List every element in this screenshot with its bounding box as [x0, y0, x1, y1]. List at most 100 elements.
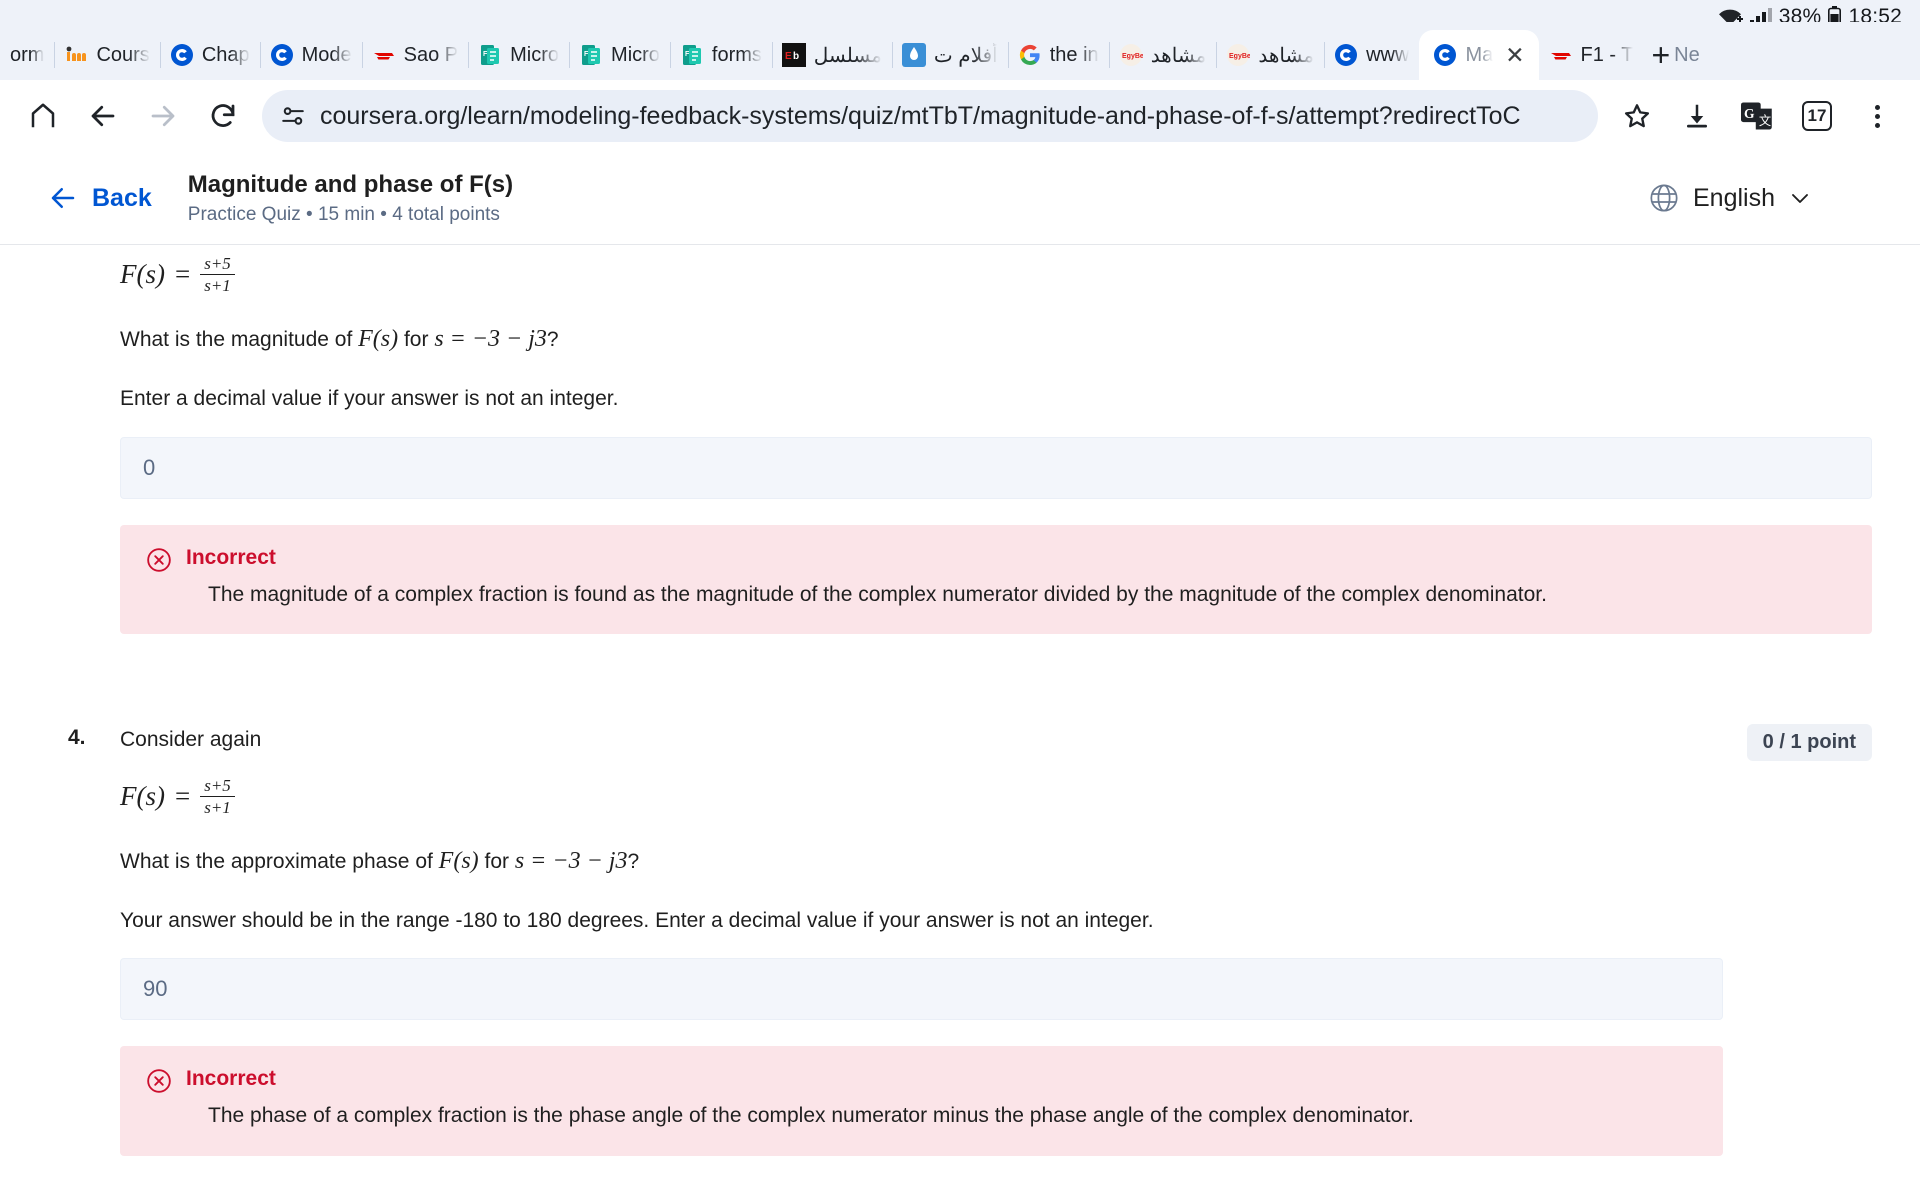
browser-tab[interactable]: F forms — [669, 30, 772, 80]
fraction-denominator: s+1 — [200, 274, 235, 295]
prompt-part-1: What is the magnitude of — [120, 328, 359, 352]
home-button[interactable] — [16, 89, 70, 143]
browser-tab[interactable]: F1 - T — [1539, 30, 1644, 80]
browser-tab[interactable]: Cours — [54, 30, 159, 80]
svg-text:EgyBest: EgyBest — [1122, 53, 1143, 60]
arrow-left-icon — [51, 188, 75, 208]
x-circle-icon — [146, 1066, 172, 1132]
svg-text:F: F — [584, 51, 589, 58]
forward-button[interactable] — [136, 89, 190, 143]
prompt-part-2: for — [398, 328, 435, 352]
egybest-icon: Eb — [781, 43, 806, 67]
star-icon — [1624, 104, 1650, 128]
question-number — [68, 254, 120, 256]
browser-toolbar[interactable]: coursera.org/learn/modeling-feedback-sys… — [0, 80, 1920, 152]
back-label: Back — [92, 183, 152, 212]
question-formula: F(s) = s+5 s+1 — [120, 776, 1723, 817]
reload-button[interactable] — [196, 89, 250, 143]
back-button[interactable] — [76, 89, 130, 143]
browser-tab-strip[interactable]: orm Cours Chap Mode Sao P F Micro F Micr… — [0, 22, 1920, 80]
forward-arrow-icon — [151, 105, 175, 127]
quiz-content: F(s) = s+5 s+1 What is the magnitude of … — [0, 246, 1920, 1200]
prompt-function: F(s) — [358, 326, 399, 353]
tab-title: Cours — [96, 43, 150, 66]
answer-value: 0 — [143, 454, 156, 480]
egybest-icon: EgyBest — [1119, 44, 1143, 66]
google-icon — [1019, 44, 1040, 66]
tab-title: Chap — [201, 43, 250, 66]
language-selector[interactable]: English — [1648, 182, 1872, 214]
quiz-page-header: Back Magnitude and phase of F(s) Practic… — [0, 152, 1920, 245]
forms-icon: F — [682, 45, 701, 65]
coursera-icon — [1335, 44, 1358, 66]
tab-title: orm — [10, 43, 45, 66]
browser-tab[interactable]: أفلام ت — [891, 30, 1008, 80]
url-text: coursera.org/learn/modeling-feedback-sys… — [320, 101, 1521, 130]
back-arrow-icon — [91, 105, 115, 127]
formula-fraction: s+5 s+1 — [200, 776, 235, 817]
translate-button[interactable]: G 文 — [1730, 89, 1784, 143]
site-settings-icon — [282, 107, 304, 125]
prompt-function: F(s) — [438, 847, 479, 874]
new-tab-button[interactable]: + Ne — [1643, 30, 1707, 80]
answer-value: 90 — [143, 976, 168, 1002]
tab-title: Micro — [510, 43, 560, 66]
question-hint: Your answer should be in the range -180 … — [120, 908, 1154, 932]
download-button[interactable] — [1670, 89, 1724, 143]
browser-tab[interactable]: Eb مسلسل — [771, 30, 892, 80]
formula-lhs: F(s) — [120, 259, 165, 290]
bookmark-button[interactable] — [1610, 89, 1664, 143]
browser-tab[interactable]: Sao P — [361, 30, 468, 80]
answer-input[interactable]: 90 — [120, 958, 1723, 1021]
browser-menu-button[interactable] — [1850, 89, 1904, 143]
browser-tab[interactable]: www — [1324, 30, 1419, 80]
tab-title: مسلسل — [813, 44, 882, 67]
svg-text:F: F — [685, 51, 690, 58]
question-formula: F(s) = s+5 s+1 — [120, 254, 1872, 295]
prompt-part-1: What is the approximate phase of — [120, 849, 439, 873]
svg-text:F: F — [483, 51, 488, 58]
reload-icon — [211, 104, 235, 127]
tab-title: the in — [1049, 43, 1099, 66]
new-tab-label: Ne — [1674, 43, 1700, 66]
close-icon[interactable]: ✕ — [1505, 43, 1524, 67]
kebab-menu-icon — [1874, 104, 1880, 128]
formula-equals: = — [174, 780, 191, 811]
svg-text:E: E — [785, 51, 792, 62]
prompt-part-3: ? — [546, 328, 559, 352]
prompt-part-2: for — [478, 849, 515, 873]
address-bar[interactable]: coursera.org/learn/modeling-feedback-sys… — [262, 90, 1598, 142]
browser-tab[interactable]: the in — [1007, 30, 1109, 80]
svg-text:G: G — [1744, 106, 1755, 121]
tab-title: مشاهد — [1258, 44, 1315, 67]
tab-switcher-button[interactable]: 17 — [1790, 89, 1844, 143]
feedback-title: Incorrect — [186, 1067, 276, 1091]
browser-tab[interactable]: F Micro — [569, 30, 670, 80]
browser-tab[interactable]: Chap — [159, 30, 260, 80]
question-block: 4. Consider again F(s) = s+5 s+1 What is… — [0, 634, 1920, 1156]
coursera-icon — [270, 44, 293, 66]
back-button[interactable]: Back — [48, 183, 152, 213]
aljazeera-icon — [901, 43, 926, 67]
formula-equals: = — [174, 259, 191, 290]
f1-icon — [373, 53, 394, 60]
browser-tab[interactable]: Mode — [259, 30, 362, 80]
tab-title: Mode — [301, 43, 352, 66]
tab-title: www — [1366, 43, 1410, 66]
browser-tab-active[interactable]: Ma ✕ — [1419, 30, 1539, 80]
browser-tab[interactable]: F Micro — [468, 30, 569, 80]
fraction-numerator: s+5 — [204, 254, 231, 273]
forms-icon: F — [582, 45, 601, 65]
prompt-expression: s = −3 − j3 — [434, 326, 547, 353]
feedback-title: Incorrect — [186, 545, 276, 569]
browser-tab[interactable]: EgyBest مشاهد — [1216, 30, 1324, 80]
browser-tab[interactable]: EgyBest مشاهد — [1108, 30, 1217, 80]
svg-text:b: b — [793, 51, 799, 62]
browser-tab[interactable]: orm — [0, 30, 54, 80]
question-hint: Enter a decimal value if your answer is … — [120, 387, 619, 411]
svg-text:文: 文 — [1759, 113, 1771, 128]
quiz-title-group: Magnitude and phase of F(s) Practice Qui… — [188, 170, 513, 226]
answer-input[interactable]: 0 — [120, 436, 1872, 499]
chevron-down-icon — [1792, 194, 1808, 203]
question-number: 4. — [68, 726, 86, 750]
